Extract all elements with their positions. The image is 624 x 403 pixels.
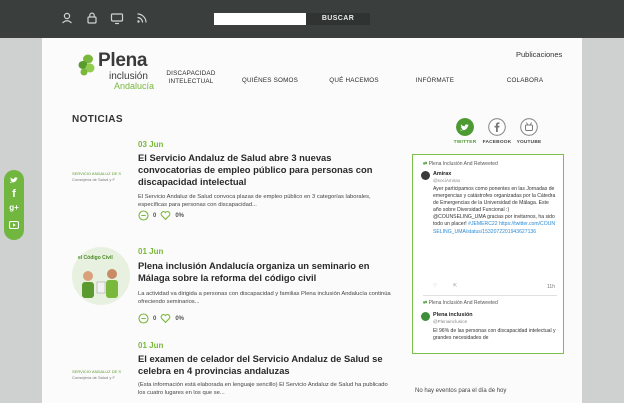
thumb-caption: Consejería de Salud y F [72,177,115,182]
tweet-author-name[interactable]: Plena inclusión [433,312,473,318]
facebook-share-icon[interactable]: f [4,188,24,200]
social-label: YOUTUBE [516,140,542,145]
social-facebook[interactable]: FACEBOOK [479,118,515,145]
events-empty-note: No hay eventos para el día de hoy [415,388,507,394]
tweet-text: El 96% de las personas con discapacidad … [433,328,556,342]
social-label: TWITTER [453,140,477,145]
page-panel: Plena inclusión Andalucía Publicaciones … [42,38,582,403]
news-excerpt-2: La actividad va dirigida a personas con … [138,291,391,305]
news-date-3: 01 Jun [138,341,164,350]
news-title-3[interactable]: El examen de celador del Servicio Andalu… [138,353,384,377]
news-thumbnail-2[interactable]: el Código Civil [70,246,132,306]
section-title-noticias: NOTICIAS [72,114,123,125]
tweet-like-icon[interactable]: ♡ [433,283,437,289]
tweet-author-handle[interactable]: @Plenainclusion [433,319,467,324]
google-plus-share-icon[interactable]: g+ [4,203,24,212]
nav-label-line2: INTELECTUAL [168,78,214,85]
tweet-author-name[interactable]: Amirax [433,171,451,177]
retweet-indicator: ⇄ Plena Inclusión And Retweeted [423,300,498,306]
heart-icon[interactable] [160,313,171,324]
logo-text-region: Andalucía [114,81,155,91]
retweet-icon: ⇄ [423,161,428,167]
tweet-divider [423,295,557,296]
thumb-caption: el Código Civil [78,255,113,261]
topbar-icons [60,11,149,25]
like-percent: 0% [175,212,185,219]
search-button[interactable]: BUSCAR [306,13,370,25]
nav-quienes-somos[interactable]: QUIÉNES SOMOS [238,77,302,85]
tweet-share-icon[interactable]: ⇱ [453,283,457,289]
tweet-author-handle[interactable]: @sociAmirax [433,178,460,183]
social-twitter[interactable]: TWITTER [447,118,483,145]
nav-informate[interactable]: INFÓRMATE [410,77,460,85]
news-date-1: 03 Jun [138,140,164,149]
twitter-icon [456,118,474,136]
logo-text-plena: Plena [98,50,148,71]
tweet-hashtag[interactable]: #JEMERC22 [468,221,497,227]
thumb-caption: Consejería de Salud y F [72,375,115,380]
news-thumbnail-1[interactable]: SERVICIO ANDALUZ DE S Consejería de Salu… [72,168,138,212]
retweet-text: Plena Inclusión And Retweeted [428,161,498,167]
tweet-time: 11h [547,284,555,290]
news-title-2[interactable]: Plena inclusión Andalucía organiza un se… [138,260,384,284]
comment-icon[interactable] [138,313,149,324]
nav-colabora[interactable]: COLABORA [500,77,550,85]
search-input[interactable] [214,13,306,25]
thumb-caption: SERVICIO ANDALUZ DE S [72,369,122,374]
nav-discapacidad-intelectual[interactable]: DISCAPACIDAD INTELECTUAL [164,70,218,86]
like-percent: 0% [175,315,185,322]
thumb-caption: SERVICIO ANDALUZ DE S [72,171,122,176]
publicaciones-link[interactable]: Publicaciones [516,50,562,59]
comment-count: 0 [153,212,157,219]
lock-icon[interactable] [85,11,99,25]
news-meta-2: 0 0% [138,313,184,324]
news-thumbnail-3[interactable]: SERVICIO ANDALUZ DE S Consejería de Salu… [72,366,138,403]
comment-count: 0 [153,315,157,322]
social-youtube[interactable]: YOUTUBE [511,118,547,145]
user-icon[interactable] [60,11,74,25]
social-label: FACEBOOK [482,140,512,145]
avatar[interactable] [421,312,430,321]
comment-icon[interactable] [138,210,149,221]
heart-icon[interactable] [160,210,171,221]
retweet-icon: ⇄ [423,300,428,306]
retweet-indicator: ⇄ Plena Inclusión And Retweeted [423,161,498,167]
twitter-timeline-widget[interactable]: ⇄ Plena Inclusión And Retweeted Amirax @… [412,154,564,354]
share-sidebar: f g+ [4,170,24,240]
retweet-text: Plena Inclusión And Retweeted [428,300,498,306]
news-title-1[interactable]: El Servicio Andaluz de Salud abre 3 nuev… [138,152,384,188]
monitor-icon[interactable] [110,11,124,25]
rss-icon[interactable] [135,11,149,25]
site-logo[interactable]: Plena inclusión Andalucía [78,50,168,92]
news-date-2: 01 Jun [138,247,164,256]
youtube-share-icon[interactable] [4,218,24,236]
top-bar: BUSCAR [0,0,624,38]
logo-mark-icon [78,54,95,76]
twitter-share-icon[interactable] [4,173,24,188]
nav-que-hacemos[interactable]: QUÉ HACEMOS [324,77,384,85]
news-excerpt-1: El Servicio Andaluz de Salud convoca pla… [138,194,371,208]
contact-info[interactable] [416,13,570,25]
nav-label-line1: DISCAPACIDAD [166,70,216,77]
facebook-icon [488,118,506,136]
news-meta-1: 0 0% [138,210,184,221]
news-excerpt-3: (Esta información está elaborada en leng… [138,382,388,396]
tweet-text: Ayer participamos como ponentes en las J… [433,186,557,236]
avatar[interactable] [421,171,430,180]
youtube-icon [520,118,538,136]
